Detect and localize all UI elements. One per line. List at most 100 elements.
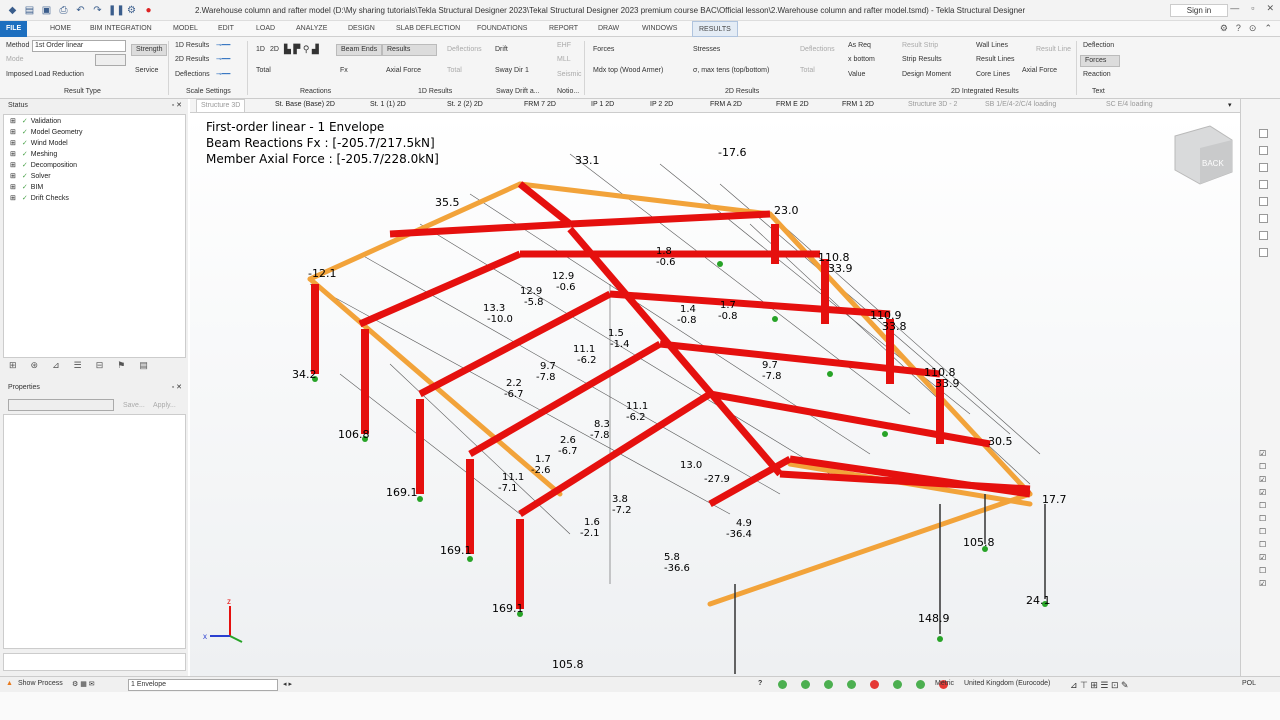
deflections-scale[interactable]: Deflections [175,70,210,80]
axial-force-select[interactable]: Axial Force [386,66,421,76]
deflections-1d[interactable]: Deflections [447,45,482,55]
slider-icon[interactable]: ⊸━━ [216,70,230,80]
reactions-icons[interactable]: ▙ ▛ ⚲ ▟ [284,44,319,54]
tree-item-drift-checks[interactable]: ⊞ ✓ Drift Checks [10,194,69,202]
groups-icon[interactable]: ☰ [74,360,82,374]
properties-select[interactable] [8,399,114,411]
tree-item-bim[interactable]: ⊞ ✓ BIM [10,183,43,191]
tabs-dropdown-icon[interactable]: ▾ [1228,101,1232,109]
drift-button[interactable]: Drift [495,45,508,55]
undo-icon[interactable]: ↶ [74,4,87,17]
panel-close-icon[interactable]: ▫ ✕ [172,99,182,112]
x-bottom-select[interactable]: x bottom [848,55,875,65]
checked-box-icon[interactable]: ☑ [1259,475,1266,484]
menu-bim-integration[interactable]: BIM INTEGRATION [84,21,158,37]
tab-structure-3d[interactable]: Structure 3D [196,99,246,113]
tree-item-meshing[interactable]: ⊞ ✓ Meshing [10,150,57,158]
total-1d[interactable]: Total [447,66,462,76]
menu-draw[interactable]: DRAW [592,21,625,37]
save-icon[interactable]: ▣ [40,4,53,17]
menu-foundations[interactable]: FOUNDATIONS [471,21,533,37]
results-button[interactable]: Results [382,44,437,56]
tree-item-model-geometry[interactable]: ⊞ ✓ Model Geometry [10,128,83,136]
minimize-icon[interactable]: — [1230,3,1239,14]
checkbox[interactable] [1259,180,1268,189]
as-req[interactable]: As Req [848,41,871,51]
units-metric[interactable]: Metric [935,680,954,687]
deflections-2d[interactable]: Deflections [800,45,835,55]
checkbox[interactable] [1259,146,1268,155]
tool-icon[interactable]: ⚙ ▦ ✉ [72,680,95,688]
checkbox[interactable] [1259,248,1268,257]
beam-ends-button[interactable]: Beam Ends [336,44,383,56]
tree-item-validation[interactable]: ⊞ ✓ Validation [10,117,61,125]
help-icon[interactable]: ? [758,680,762,687]
tab-ip-1[interactable]: IP 1 2D [591,101,614,108]
menu-design[interactable]: DESIGN [342,21,381,37]
sway-dir-select[interactable]: Sway Dir 1 [495,66,529,76]
structure-icon[interactable]: ⊞ [9,360,17,374]
sigma-select[interactable]: σ, max tens (top/bottom) [693,66,769,76]
tab-frm-1[interactable]: FRM 1 2D [842,101,874,108]
view-cube[interactable]: BACK [1174,125,1233,185]
design-code[interactable]: United Kingdom (Eurocode) [964,680,1050,687]
load-icon[interactable]: ⊛ [31,360,39,374]
text-deflection[interactable]: Deflection [1083,41,1114,51]
loadcase-select[interactable]: 1 Envelope [128,679,278,691]
maximize-icon[interactable]: ▫ [1251,3,1254,14]
tab-ip-2[interactable]: IP 2 2D [650,101,673,108]
text-reaction[interactable]: Reaction [1083,70,1111,80]
apply-button[interactable]: Apply... [153,401,176,411]
3d-viewport[interactable]: 33.1 -17.6 35.5 23.0 -12.1 110.8 33.9 11… [190,114,1240,676]
checked-box-icon[interactable]: ☑ [1259,449,1266,458]
checkbox[interactable]: ☐ [1259,566,1266,575]
service-button[interactable]: Service [135,66,158,76]
help-icon[interactable]: ? [1236,23,1241,34]
lock-icon[interactable]: ⊟ [96,360,104,374]
save-button[interactable]: Save... [123,401,145,411]
pause-icon[interactable]: ❚❚ [108,4,125,17]
menu-report[interactable]: REPORT [543,21,584,37]
mll-toggle[interactable]: MLL [557,55,571,65]
total-2d[interactable]: Total [800,66,815,76]
stresses-2d[interactable]: Stresses [693,45,720,55]
reactions-total-select[interactable]: Total [256,66,271,76]
menu-load[interactable]: LOAD [250,21,281,37]
result-lines[interactable]: Result Lines [976,55,1015,65]
settings-icon[interactable]: ⚙ [1220,23,1228,34]
checkbox[interactable]: ☐ [1259,540,1266,549]
fx-select[interactable]: Fx [340,66,348,76]
tool-icon[interactable]: ⚙ [125,4,138,17]
menu-home[interactable]: HOME [44,21,77,37]
menu-edit[interactable]: EDIT [212,21,240,37]
seismic-toggle[interactable]: Seismic [557,70,582,80]
sign-in-button[interactable]: Sign in [1170,4,1228,17]
tree-item-solver[interactable]: ⊞ ✓ Solver [10,172,51,180]
checkbox[interactable] [1259,163,1268,172]
strip-results[interactable]: Strip Results [902,55,942,65]
axial-force-2d-select[interactable]: Axial Force [1022,66,1057,76]
result-strip[interactable]: Result Strip [902,41,938,51]
checkbox[interactable] [1259,197,1268,206]
close-icon[interactable]: ✕ [1266,3,1274,14]
ehf-toggle[interactable]: EHF [557,41,571,51]
mode-select[interactable] [95,54,126,66]
tab-sc-loading[interactable]: SC E/4 loading [1106,101,1153,108]
panel-close-icon[interactable]: ▫ ✕ [172,381,182,394]
tab-frm-a[interactable]: FRM A 2D [710,101,742,108]
tab-st-2[interactable]: St. 2 (2) 2D [447,101,483,108]
checked-box-icon[interactable]: ☑ [1259,579,1266,588]
tree-item-decomposition[interactable]: ⊞ ✓ Decomposition [10,161,77,169]
wall-lines[interactable]: Wall Lines [976,41,1008,51]
checkbox[interactable]: ☐ [1259,514,1266,523]
checkbox[interactable]: ☐ [1259,462,1266,471]
loadcase-nav[interactable]: ◂ ▸ [283,680,292,688]
flag-icon[interactable]: ⚑ [117,360,125,374]
tab-st-base[interactable]: St. Base (Base) 2D [275,101,335,108]
checkbox[interactable]: ☐ [1259,501,1266,510]
checked-box-icon[interactable]: ☑ [1259,553,1266,562]
core-lines[interactable]: Core Lines [976,70,1010,80]
checkbox[interactable] [1259,129,1268,138]
imposed-load-reduction[interactable]: Imposed Load Reduction [6,70,84,80]
text-forces[interactable]: Forces [1080,55,1120,67]
